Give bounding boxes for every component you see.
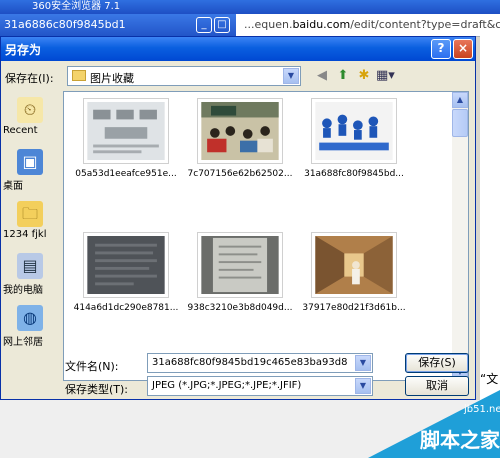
address-prefix: ...equen. xyxy=(244,18,293,31)
dark-document-thumbnail xyxy=(87,236,165,294)
place-network[interactable]: ◍ 网上邻居 xyxy=(1,305,59,348)
place-desktop[interactable]: ▣ 桌面 xyxy=(1,149,59,192)
save-as-dialog: 另存为 ? × 保存在(I): 图片收藏 ▼ ◀ ⬆ ✱ ▦▾ ⏲ Recent… xyxy=(0,36,476,400)
place-recent[interactable]: ⏲ Recent xyxy=(1,97,59,136)
dialog-titlebar[interactable]: 另存为 ? × xyxy=(1,37,475,61)
classroom-thumbnail xyxy=(201,102,279,160)
file-item[interactable]: 414a6d1dc290e8781... xyxy=(70,232,182,313)
dialog-title: 另存为 xyxy=(5,43,42,57)
file-item[interactable]: 7c707156e62b62502... xyxy=(184,98,296,179)
recent-icon: ⏲ xyxy=(17,97,43,123)
browser-title: 360安全浏览器 7.1 xyxy=(32,1,121,12)
maximize-icon[interactable]: □ xyxy=(214,17,230,33)
address-bar[interactable]: ...equen.baidu.com/edit/content?type=dra… xyxy=(236,14,500,37)
scroll-up-icon[interactable]: ▲ xyxy=(452,92,468,108)
save-in-label: 保存在(I): xyxy=(5,72,54,85)
my-computer-icon: ▤ xyxy=(17,253,43,279)
back-icon[interactable]: ◀ xyxy=(313,67,331,85)
place-label-desktop: 桌面 xyxy=(3,181,23,192)
desktop-icon: ▣ xyxy=(17,149,43,175)
place-label-documents: 1234 fjkl xyxy=(3,229,47,240)
file-list-view[interactable]: 05a53d1eeafce951e... 7c707156e62b62502..… xyxy=(63,91,469,381)
close-button[interactable]: × xyxy=(453,39,473,59)
watermark-site: jb51.net xyxy=(464,404,500,415)
document-scan-thumbnail xyxy=(87,102,165,160)
hallway-photo-thumbnail xyxy=(315,236,393,294)
address-domain: baidu.com xyxy=(292,18,351,31)
browser-tab-title: 31a6886c80f9845bd1 xyxy=(4,18,126,31)
file-name: 414a6d1dc290e8781... xyxy=(73,303,179,313)
place-label-network: 网上邻居 xyxy=(3,337,43,348)
folder-icon xyxy=(72,70,86,81)
view-menu-icon[interactable]: ▦▾ xyxy=(376,67,395,85)
minimize-icon[interactable]: _ xyxy=(196,17,212,33)
blue-figures-thumbnail xyxy=(315,102,393,160)
scroll-thumb[interactable] xyxy=(452,109,468,137)
save-button[interactable]: 保存(S) xyxy=(405,353,469,373)
new-folder-icon[interactable]: ✱ xyxy=(355,67,373,85)
place-my-computer[interactable]: ▤ 我的电脑 xyxy=(1,253,59,296)
page-text-fragment: “文 xyxy=(480,372,499,386)
file-item[interactable]: 05a53d1eeafce951e... xyxy=(70,98,182,179)
address-path: /edit/content?type=draft&c xyxy=(350,18,500,31)
filename-value: 31a688fc80f9845bd19c465e83ba93d8 xyxy=(152,357,348,368)
save-in-value: 图片收藏 xyxy=(90,72,134,85)
file-name: 31a688fc80f9845bd... xyxy=(304,169,404,179)
filename-field[interactable]: 31a688fc80f9845bd19c465e83ba93d8 ▼ xyxy=(147,353,373,373)
up-folder-icon[interactable]: ⬆ xyxy=(334,67,352,85)
watermark-name: 脚本之家 xyxy=(420,428,500,452)
chevron-down-icon[interactable]: ▼ xyxy=(283,68,299,84)
filename-label: 文件名(N): xyxy=(65,360,119,373)
vertical-scrollbar[interactable]: ▲ ▼ xyxy=(452,92,468,380)
network-places-icon: ◍ xyxy=(17,305,43,331)
filetype-label: 保存类型(T): xyxy=(65,383,129,396)
file-item[interactable]: 31a688fc80f9845bd... xyxy=(298,98,410,179)
file-name: 7c707156e62b62502... xyxy=(187,169,293,179)
help-button[interactable]: ? xyxy=(431,39,451,59)
file-name: 938c3210e3b8d049d... xyxy=(187,303,293,313)
place-my-documents[interactable]: 🗀 1234 fjkl xyxy=(1,201,59,240)
filetype-dropdown[interactable]: JPEG (*.JPG;*.JPEG;*.JPE;*.JFIF) ▼ xyxy=(147,376,373,396)
file-item[interactable]: 938c3210e3b8d049d... xyxy=(184,232,296,313)
my-documents-icon: 🗀 xyxy=(17,201,43,227)
chevron-down-icon[interactable]: ▼ xyxy=(355,355,371,371)
file-name: 05a53d1eeafce951e... xyxy=(75,169,177,179)
filetype-value: JPEG (*.JPG;*.JPEG;*.JPE;*.JFIF) xyxy=(152,380,302,391)
watermark-logo: jb51.net 脚本之家 xyxy=(368,390,500,458)
file-item[interactable]: 37917e80d21f3d61b... xyxy=(298,232,410,313)
place-label-computer: 我的电脑 xyxy=(3,285,43,296)
places-bar: ⏲ Recent ▣ 桌面 🗀 1234 fjkl ▤ 我的电脑 ◍ 网上邻居 xyxy=(1,91,59,391)
save-in-dropdown[interactable]: 图片收藏 ▼ xyxy=(67,66,301,86)
paper-photo-thumbnail xyxy=(201,236,279,294)
place-label-recent: Recent xyxy=(3,125,38,136)
file-name: 37917e80d21f3d61b... xyxy=(302,303,406,313)
browser-titlebar: 360安全浏览器 7.1 xyxy=(0,0,500,14)
